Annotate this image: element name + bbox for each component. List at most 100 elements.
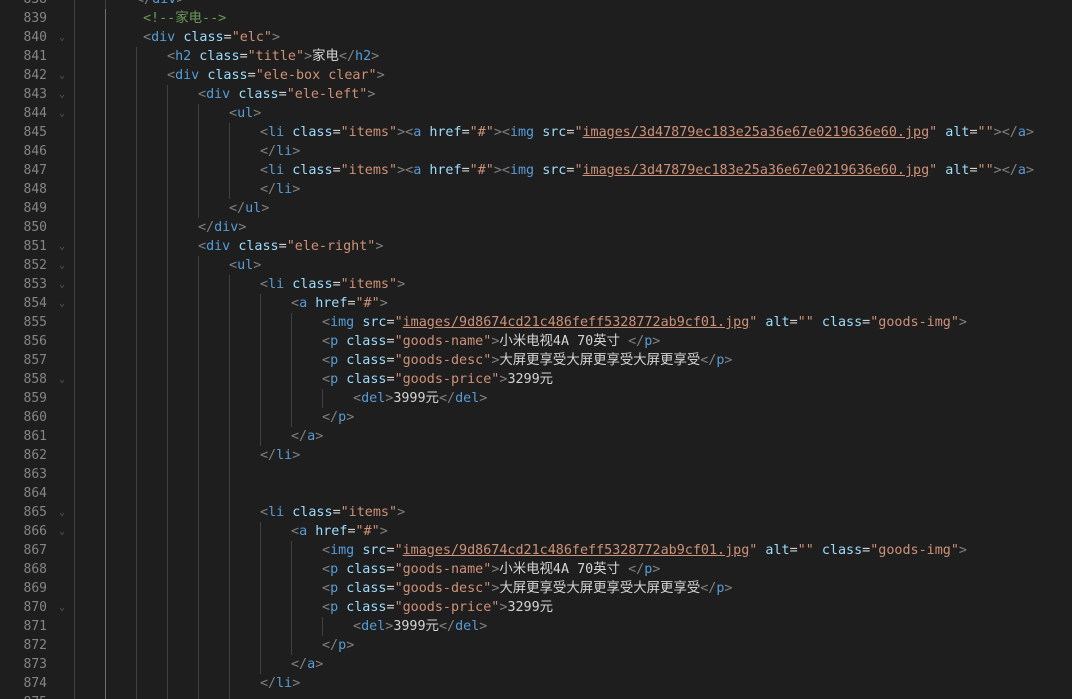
code-token: = xyxy=(278,239,287,254)
code-line[interactable]: 849 </ul> xyxy=(0,199,1072,218)
code-line[interactable]: 859 <del>3999元</del> xyxy=(0,389,1072,408)
indent-guide xyxy=(229,579,230,598)
code-text: </div> xyxy=(136,0,184,9)
code-token: 3299元 xyxy=(507,600,554,615)
code-line[interactable]: 839 <!--家电--> xyxy=(0,9,1072,28)
code-token: "ele-left" xyxy=(286,87,368,102)
code-line[interactable]: 864 xyxy=(0,484,1072,503)
code-line[interactable]: 872 </p> xyxy=(0,636,1072,655)
code-line[interactable]: 854 ⌄ <a href="#"> xyxy=(0,294,1072,313)
code-token: div xyxy=(175,68,200,83)
code-line[interactable]: 860 </p> xyxy=(0,408,1072,427)
line-number: 851 xyxy=(23,239,47,254)
indent-guide xyxy=(74,351,75,370)
code-line[interactable]: 850 </div> xyxy=(0,218,1072,237)
fold-chevron-icon[interactable]: ⌄ xyxy=(56,28,68,47)
fold-chevron-icon[interactable]: ⌄ xyxy=(56,294,68,313)
code-line[interactable]: 865 ⌄ <li class="items"> xyxy=(0,503,1072,522)
fold-chevron-icon[interactable]: ⌄ xyxy=(56,256,68,275)
code-line[interactable]: 838 </div> xyxy=(0,0,1072,9)
code-line[interactable]: 868 <p class="goods-name">小米电视4A 70英寸 </p… xyxy=(0,560,1072,579)
code-line[interactable]: 873 </a> xyxy=(0,655,1072,674)
indent-guide xyxy=(136,199,137,218)
code-token: < xyxy=(322,334,331,349)
code-line[interactable]: 848 </li> xyxy=(0,180,1072,199)
code-line[interactable]: 863 xyxy=(0,465,1072,484)
code-line[interactable]: 856 <p class="goods-name">小米电视4A 70英寸 </p… xyxy=(0,332,1072,351)
code-line[interactable]: 843 ⌄ <div class="ele-left"> xyxy=(0,85,1072,104)
code-line[interactable]: 867 <img src="images/9d8674cd21c486feff53… xyxy=(0,541,1072,560)
code-line[interactable]: 851 ⌄ <div class="ele-right"> xyxy=(0,237,1072,256)
indent-guide xyxy=(167,294,168,313)
fold-chevron-icon[interactable]: ⌄ xyxy=(56,275,68,294)
indent-guide xyxy=(105,161,106,180)
code-token: < xyxy=(260,277,269,292)
indent-guide xyxy=(136,389,137,408)
indent-guide xyxy=(74,123,75,142)
indent-guide xyxy=(74,427,75,446)
code-token: "goods-name" xyxy=(394,562,492,577)
code-token: "ele-right" xyxy=(286,239,376,254)
code-token: </ xyxy=(438,391,456,406)
code-token: img xyxy=(509,163,535,178)
code-line[interactable]: 858 ⌄ <p class="goods-price">3299元 xyxy=(0,370,1072,389)
code-line[interactable]: 869 <p class="goods-desc" > 大屏更享受大屏更享受大屏更享受… xyxy=(0,579,1072,598)
code-line[interactable]: 855 <img src="images/9d8674cd21c486feff53… xyxy=(0,313,1072,332)
code-line[interactable]: 875 xyxy=(0,693,1072,699)
fold-chevron-icon[interactable]: ⌄ xyxy=(56,237,68,256)
code-line[interactable]: 871 <del>3999元</del> xyxy=(0,617,1072,636)
code-token: " xyxy=(394,315,403,330)
code-token: > xyxy=(397,505,406,520)
code-line[interactable]: 846 </li> xyxy=(0,142,1072,161)
fold-chevron-icon[interactable]: ⌄ xyxy=(56,598,68,617)
code-line[interactable]: 861 </a> xyxy=(0,427,1072,446)
code-token: < xyxy=(501,163,510,178)
code-token: > xyxy=(724,581,733,596)
code-line[interactable]: 840 ⌄ <div class="elc"> xyxy=(0,28,1072,47)
code-editor[interactable]: 838</div>839<!--家电-->840⌄<div class="elc… xyxy=(0,0,1072,699)
code-line[interactable]: 845 <li class="items"><a href="#"><img sr… xyxy=(0,123,1072,142)
code-token: > xyxy=(479,619,488,634)
indent-guide xyxy=(198,503,199,522)
fold-chevron-icon[interactable]: ⌄ xyxy=(56,104,68,123)
fold-chevron-icon[interactable]: ⌄ xyxy=(56,66,68,85)
code-line[interactable]: 862 </li> xyxy=(0,446,1072,465)
code-token: class xyxy=(292,505,333,520)
code-line[interactable]: 841 <h2 class="title">家电</h2> xyxy=(0,47,1072,66)
code-token: h2 xyxy=(355,49,372,64)
fold-chevron-icon[interactable]: ⌄ xyxy=(56,370,68,389)
code-text: </li> xyxy=(260,180,300,199)
indent-guide xyxy=(105,560,106,579)
indent-guide xyxy=(136,427,137,446)
line-number: 841 xyxy=(23,49,47,64)
indent-guide xyxy=(229,313,230,332)
code-line[interactable]: 852 ⌄ <ul> xyxy=(0,256,1072,275)
code-token: "elc" xyxy=(231,30,272,45)
code-line[interactable]: 866 ⌄ <a href="#"> xyxy=(0,522,1072,541)
indent-guide xyxy=(260,389,261,408)
code-token: < xyxy=(291,296,300,311)
indent-guide xyxy=(105,674,106,693)
indent-guide xyxy=(105,275,106,294)
indent-guide xyxy=(105,9,106,28)
code-line[interactable]: 844 ⌄ <ul> xyxy=(0,104,1072,123)
indent-guide xyxy=(198,484,199,503)
code-line[interactable]: 874 </li> xyxy=(0,674,1072,693)
fold-chevron-icon[interactable]: ⌄ xyxy=(56,522,68,541)
code-text: </ul> xyxy=(229,199,269,218)
fold-chevron-icon[interactable]: ⌄ xyxy=(56,85,68,104)
code-token: "#" xyxy=(469,163,494,178)
code-token: del xyxy=(361,391,386,406)
code-line[interactable]: 853 ⌄ <li class="items"> xyxy=(0,275,1072,294)
indent-guide xyxy=(260,427,261,446)
code-line[interactable]: 870 ⌄ <p class="goods-price">3299元 xyxy=(0,598,1072,617)
code-token: = xyxy=(789,315,798,330)
code-line[interactable]: 857 <p class="goods-desc" > 大屏更享受大屏更享受大屏更享受… xyxy=(0,351,1072,370)
code-token: < xyxy=(322,562,331,577)
fold-chevron-icon[interactable]: ⌄ xyxy=(56,503,68,522)
indent-guide xyxy=(229,389,230,408)
code-line[interactable]: 842 ⌄ <div class="ele-box clear"> xyxy=(0,66,1072,85)
code-line[interactable]: 847 <li class="items"><a href="#"><img sr… xyxy=(0,161,1072,180)
